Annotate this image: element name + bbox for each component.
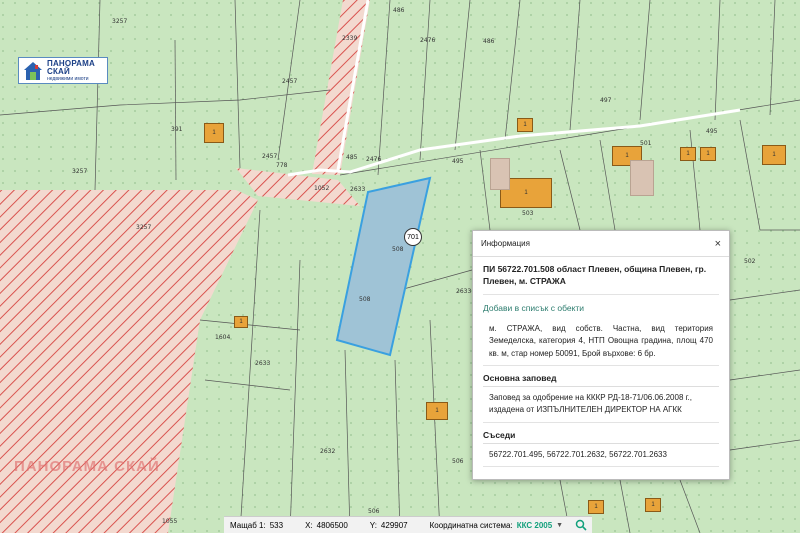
plot-label: 495	[706, 128, 718, 135]
plot-label: 501	[640, 140, 652, 147]
info-panel-title: Информация	[481, 239, 530, 248]
status-bar: Мащаб 1: 533 X: 4806500 Y: 429907 Коорди…	[224, 516, 592, 533]
building-gray-2	[630, 160, 654, 196]
plot-label: 495	[452, 158, 464, 165]
scale-value[interactable]: 533	[270, 521, 283, 530]
plot-label: 2476	[420, 37, 436, 44]
y-value: 429907	[380, 520, 408, 530]
building-gray-1	[490, 158, 510, 190]
plot-label: 502	[744, 258, 756, 265]
building-south-3: 1	[645, 498, 661, 512]
building-south-1: 1	[426, 402, 448, 420]
company-logo[interactable]: ПАНОРАМА СКАЙ недвижими имоти	[18, 57, 108, 84]
plot-label: 486	[393, 7, 405, 14]
plot-label: 778	[276, 162, 288, 169]
plot-label: 2633	[255, 360, 271, 367]
plot-label: 2457	[262, 153, 278, 160]
neighbors-text: 56722.701.495, 56722.701.2632, 56722.701…	[483, 444, 719, 468]
parcel-description: м. СТРАЖА, вид собств. Частна, вид терит…	[483, 319, 719, 367]
plot-label: 3257	[72, 168, 88, 175]
search-icon[interactable]	[575, 519, 587, 531]
building-500a: 1	[680, 147, 696, 161]
logo-subtitle: недвижими имоти	[47, 75, 89, 82]
neighbors-heading: Съседи	[483, 430, 719, 444]
add-to-list-link[interactable]: Добави в списък с обекти	[483, 303, 719, 313]
house-logo-icon	[23, 61, 43, 81]
plot-label: 1055	[162, 518, 178, 525]
info-panel-header: Информация ×	[473, 231, 729, 257]
crs-label: Координатна система:	[429, 520, 513, 530]
order-heading: Основна заповед	[483, 373, 719, 388]
plot-label: 485	[346, 154, 358, 161]
plot-label: 2633	[350, 186, 366, 193]
order-text: Заповед за одобрение на КККР РД-18-71/06…	[483, 387, 719, 423]
x-value: 4806500	[316, 520, 348, 530]
plot-label: 508	[392, 246, 404, 253]
chevron-down-icon[interactable]: ▼	[556, 522, 563, 529]
building-east: 1	[762, 145, 786, 165]
plot-label: 2339	[342, 35, 358, 42]
plot-label: 2633	[456, 288, 472, 295]
parcel-title: ПИ 56722.701.508 област Плевен, община П…	[483, 263, 719, 295]
info-panel: Информация × ПИ 56722.701.508 област Пле…	[472, 230, 730, 480]
plot-label: 1604	[215, 334, 231, 341]
plot-label: 508	[359, 296, 371, 303]
plot-label: 506	[368, 508, 380, 515]
plot-label: 1052	[314, 185, 330, 192]
building-west: 1	[234, 316, 248, 328]
plot-label: 2457	[282, 78, 298, 85]
building-500b: 1	[700, 147, 716, 161]
logo-name: ПАНОРАМА СКАЙ	[47, 58, 95, 76]
plot-label: 3257	[112, 18, 128, 25]
scale-label: Мащаб 1:	[230, 520, 266, 530]
plot-label: 391	[171, 126, 183, 133]
plot-label: 486	[483, 38, 495, 45]
y-label: Y:	[369, 520, 377, 530]
close-icon[interactable]: ×	[715, 238, 721, 250]
plot-label: 2632	[320, 448, 336, 455]
building-south-2: 1	[588, 500, 604, 514]
plot-label: 506	[452, 458, 464, 465]
plot-label: 2476	[366, 156, 382, 163]
plot-label: 3257	[136, 224, 152, 231]
plot-label: 503	[522, 210, 534, 217]
building-497: 1	[517, 118, 533, 132]
crs-select[interactable]: ККС 2005	[517, 521, 552, 530]
x-label: X:	[305, 520, 313, 530]
plot-label: 497	[600, 97, 612, 104]
building-391: 1	[204, 123, 224, 143]
watermark: ПАНОРАМА СКАЙ	[14, 458, 160, 475]
parcel-number-badge: 701	[404, 228, 422, 246]
